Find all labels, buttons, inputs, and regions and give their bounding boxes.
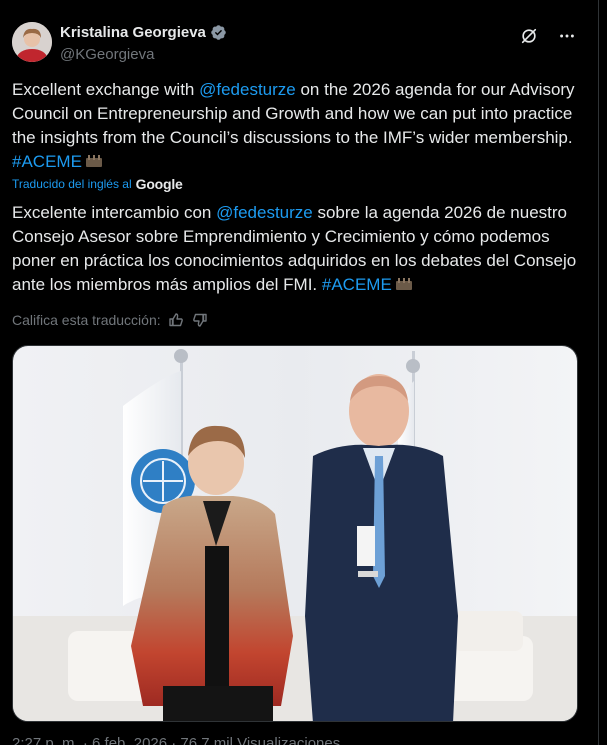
verified-badge-icon [211, 25, 226, 40]
tweet-text-part: Excellent exchange with [12, 80, 200, 99]
hashtag-link[interactable]: #ACEME [12, 152, 82, 171]
avatar[interactable] [12, 22, 52, 62]
tweet-text-translated: Excelente intercambio con @fedesturze so… [12, 201, 592, 297]
author-handle[interactable]: @KGeorgieva [60, 46, 227, 63]
author-names: Kristalina Georgieva @KGeorgieva [60, 24, 227, 63]
mention-link[interactable]: @fedesturze [199, 80, 296, 99]
hashtag-emoji-icon [395, 278, 412, 290]
tweet-text-part: Excelente intercambio con [12, 203, 217, 222]
grok-icon[interactable] [519, 26, 539, 46]
tweet-detail-panel: Kristalina Georgieva @KGeorgieva Excelle… [0, 0, 599, 745]
author-display-name[interactable]: Kristalina Georgieva [60, 24, 227, 41]
hashtag-link[interactable]: #ACEME [322, 275, 392, 294]
google-logo: Google [135, 176, 183, 192]
mention-link[interactable]: @fedesturze [216, 203, 313, 222]
photo-image [13, 346, 577, 721]
thumbs-down-icon[interactable] [191, 311, 209, 329]
header-actions [519, 26, 577, 46]
translated-by-label: Traducido del inglés al [12, 177, 132, 191]
author-name-text: Kristalina Georgieva [60, 24, 206, 41]
rate-translation: Califica esta traducción: [12, 311, 209, 329]
rate-translation-label: Califica esta traducción: [12, 312, 161, 328]
tweet-header: Kristalina Georgieva @KGeorgieva [12, 22, 587, 66]
translation-attribution: Traducido del inglés al Google [12, 176, 183, 192]
more-icon[interactable] [557, 26, 577, 46]
tweet-meta-footer: 2:27 p. m. · 6 feb. 2026 · 76,7 mil Visu… [12, 735, 341, 745]
window-edge [600, 0, 607, 745]
hashtag-emoji-icon [85, 155, 102, 167]
thumbs-up-icon[interactable] [167, 311, 185, 329]
tweet-photo[interactable] [12, 345, 578, 722]
tweet-text-original: Excellent exchange with @fedesturze on t… [12, 78, 582, 174]
